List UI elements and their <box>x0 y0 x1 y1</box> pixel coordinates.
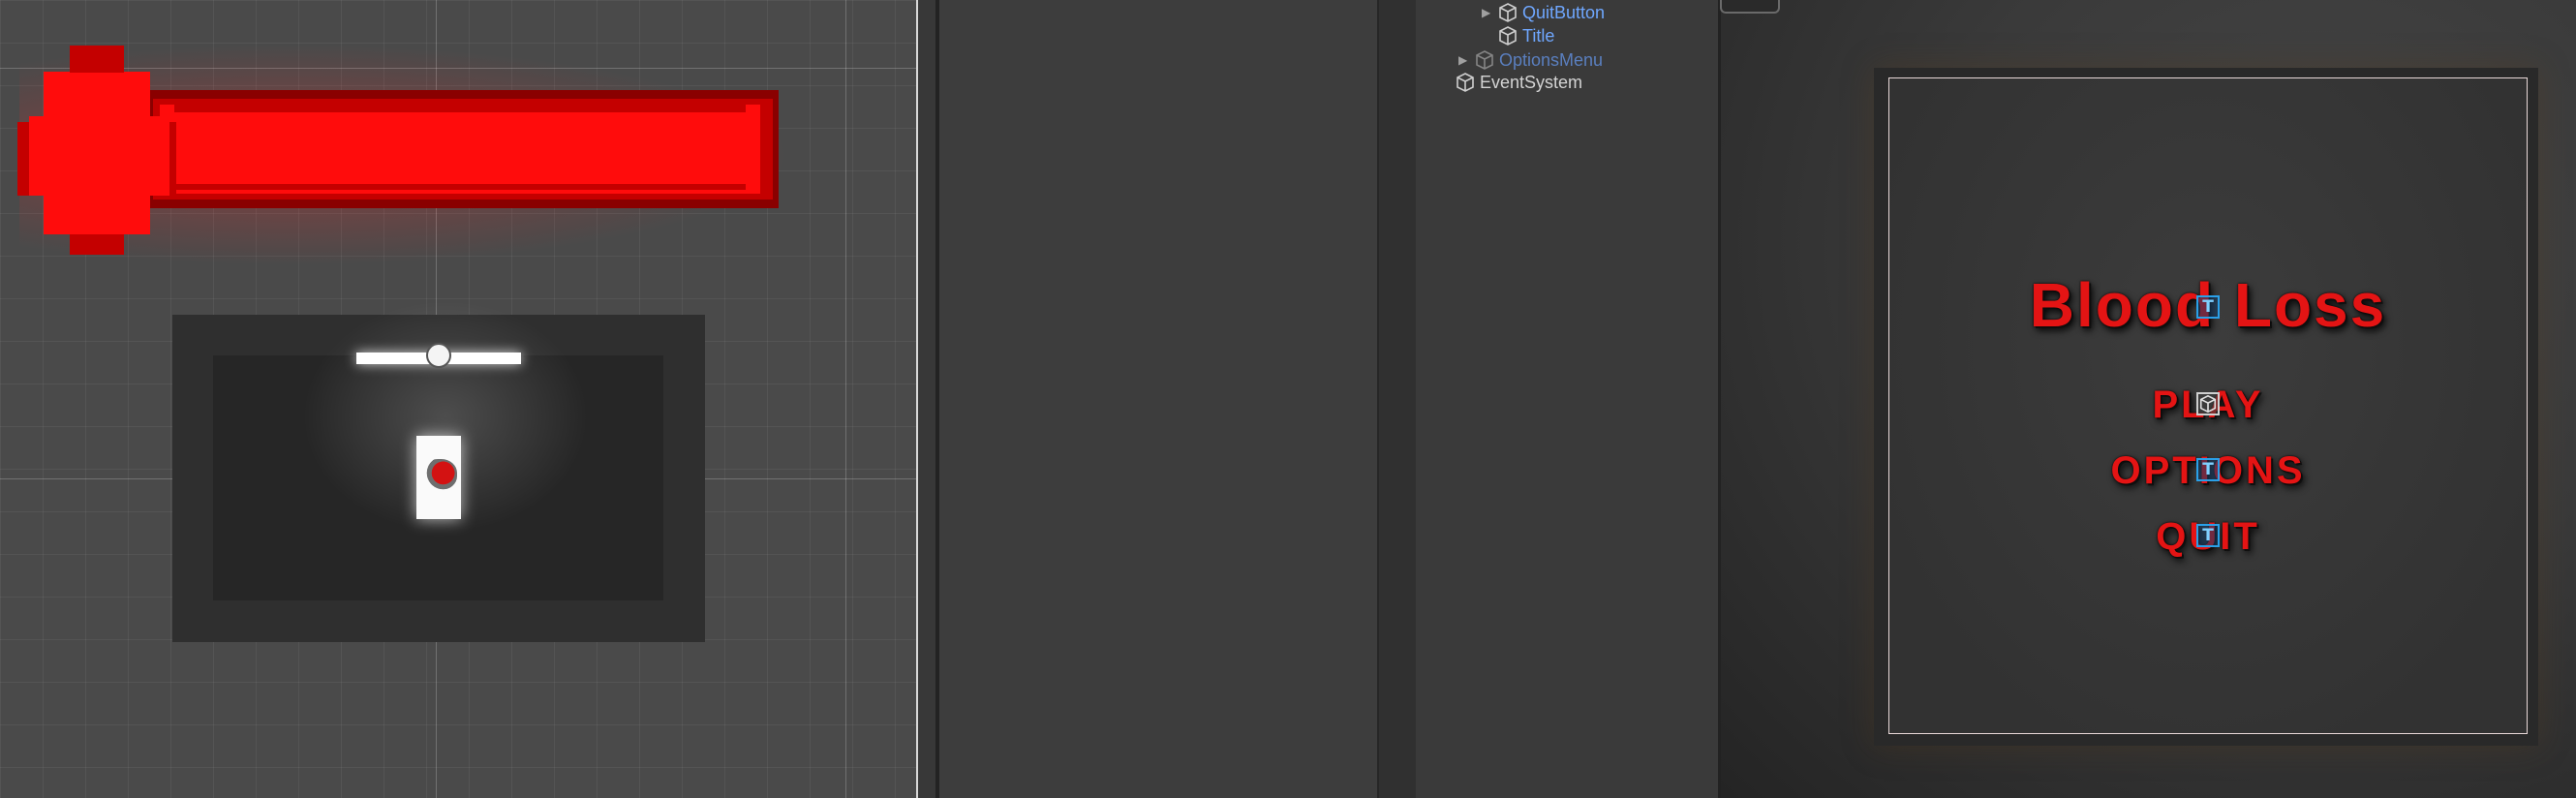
hierarchy-item-event-system[interactable]: EventSystem <box>1455 71 1582 94</box>
text-icon[interactable]: T <box>2196 524 2220 547</box>
text-icon[interactable]: T <box>2196 295 2220 319</box>
player-blood-icon <box>422 459 457 490</box>
hierarchy-item-quit-button[interactable]: ▶ QuitButton <box>1482 1 1605 24</box>
cube-icon <box>1476 50 1493 70</box>
scene-view[interactable] <box>0 0 918 798</box>
game-view-toolbar-button[interactable] <box>1720 0 1780 14</box>
hierarchy-item-label: OptionsMenu <box>1499 49 1604 70</box>
hierarchy-item-label: QuitButton <box>1522 2 1606 22</box>
expand-arrow-icon[interactable]: ▶ <box>1458 53 1474 67</box>
light-handle-icon[interactable] <box>426 343 451 368</box>
expand-arrow-icon[interactable]: ▶ <box>1482 6 1497 19</box>
cube-icon[interactable] <box>2196 392 2220 415</box>
hierarchy-item-title[interactable]: Title <box>1482 24 1554 47</box>
scene-guide-vertical <box>845 0 846 798</box>
cube-icon <box>1499 26 1517 46</box>
cube-icon <box>1499 3 1517 22</box>
empty-panel <box>935 0 1377 798</box>
hierarchy-item-options-menu[interactable]: ▶ OptionsMenu <box>1458 48 1603 72</box>
text-icon[interactable]: T <box>2196 458 2220 481</box>
hierarchy-panel[interactable]: ▶ QuitButton Title ▶ OptionsMenu EventSy… <box>1416 0 1718 798</box>
hierarchy-item-label: EventSystem <box>1480 72 1583 92</box>
hierarchy-item-label: Title <box>1522 25 1555 46</box>
canvas-boundary <box>916 0 918 798</box>
hierarchy-gutter <box>1377 0 1416 798</box>
cube-icon <box>1457 73 1474 92</box>
